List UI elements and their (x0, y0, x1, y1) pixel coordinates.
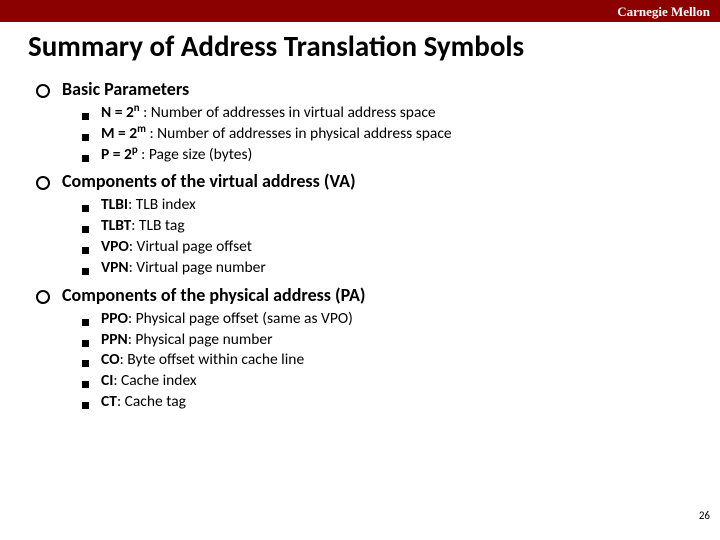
square-bullet-icon (82, 268, 89, 275)
bullet-icon (36, 176, 50, 190)
square-bullet-icon (82, 226, 89, 233)
list-item: PPO: Physical page offset (same as VPO) (82, 309, 692, 329)
square-bullet-icon (82, 134, 89, 141)
section-heading: Components of the virtual address (VA) (62, 170, 356, 192)
list-item: N = 2n : Number of addresses in virtual … (82, 103, 692, 123)
item-text: CI: Cache index (101, 371, 197, 391)
item-text: PPO: Physical page offset (same as VPO) (101, 309, 353, 329)
square-bullet-icon (82, 340, 89, 347)
content-list: Basic Parameters N = 2n : Number of addr… (28, 78, 692, 412)
section-virtual-address: Components of the virtual address (VA) T… (36, 170, 692, 277)
bullet-icon (36, 290, 50, 304)
square-bullet-icon (82, 205, 89, 212)
square-bullet-icon (82, 247, 89, 254)
page-number: 26 (699, 509, 710, 522)
list-item: VPN: Virtual page number (82, 258, 692, 278)
list-item: TLBI: TLB index (82, 195, 692, 215)
item-text: N = 2n : Number of addresses in virtual … (101, 103, 436, 123)
brand-text: Carnegie Mellon (617, 4, 710, 19)
item-text: VPO: Virtual page offset (101, 237, 252, 257)
item-text: TLBT: TLB tag (101, 216, 185, 236)
square-bullet-icon (82, 381, 89, 388)
square-bullet-icon (82, 155, 89, 162)
section-physical-address: Components of the physical address (PA) … (36, 284, 692, 412)
list-item: TLBT: TLB tag (82, 216, 692, 236)
square-bullet-icon (82, 319, 89, 326)
list-item: M = 2m : Number of addresses in physical… (82, 124, 692, 144)
item-text: TLBI: TLB index (101, 195, 196, 215)
page-title: Summary of Address Translation Symbols (28, 28, 692, 64)
section-heading: Basic Parameters (62, 78, 189, 100)
sub-list: N = 2n : Number of addresses in virtual … (82, 103, 692, 164)
item-text: CT: Cache tag (101, 392, 186, 412)
square-bullet-icon (82, 360, 89, 367)
list-item: CI: Cache index (82, 371, 692, 391)
section-heading: Components of the physical address (PA) (62, 284, 366, 306)
list-item: PPN: Physical page number (82, 330, 692, 350)
item-text: P = 2p : Page size (bytes) (101, 145, 252, 165)
section-basic-parameters: Basic Parameters N = 2n : Number of addr… (36, 78, 692, 164)
header-bar: Carnegie Mellon (0, 0, 720, 22)
slide-body: Summary of Address Translation Symbols B… (0, 22, 720, 528)
bullet-icon (36, 84, 50, 98)
sub-list: TLBI: TLB index TLBT: TLB tag VPO: Virtu… (82, 195, 692, 277)
item-text: VPN: Virtual page number (101, 258, 266, 278)
square-bullet-icon (82, 402, 89, 409)
list-item: CO: Byte offset within cache line (82, 350, 692, 370)
sub-list: PPO: Physical page offset (same as VPO) … (82, 309, 692, 412)
list-item: VPO: Virtual page offset (82, 237, 692, 257)
item-text: M = 2m : Number of addresses in physical… (101, 124, 452, 144)
square-bullet-icon (82, 113, 89, 120)
list-item: P = 2p : Page size (bytes) (82, 145, 692, 165)
list-item: CT: Cache tag (82, 392, 692, 412)
item-text: PPN: Physical page number (101, 330, 273, 350)
item-text: CO: Byte offset within cache line (101, 350, 304, 370)
